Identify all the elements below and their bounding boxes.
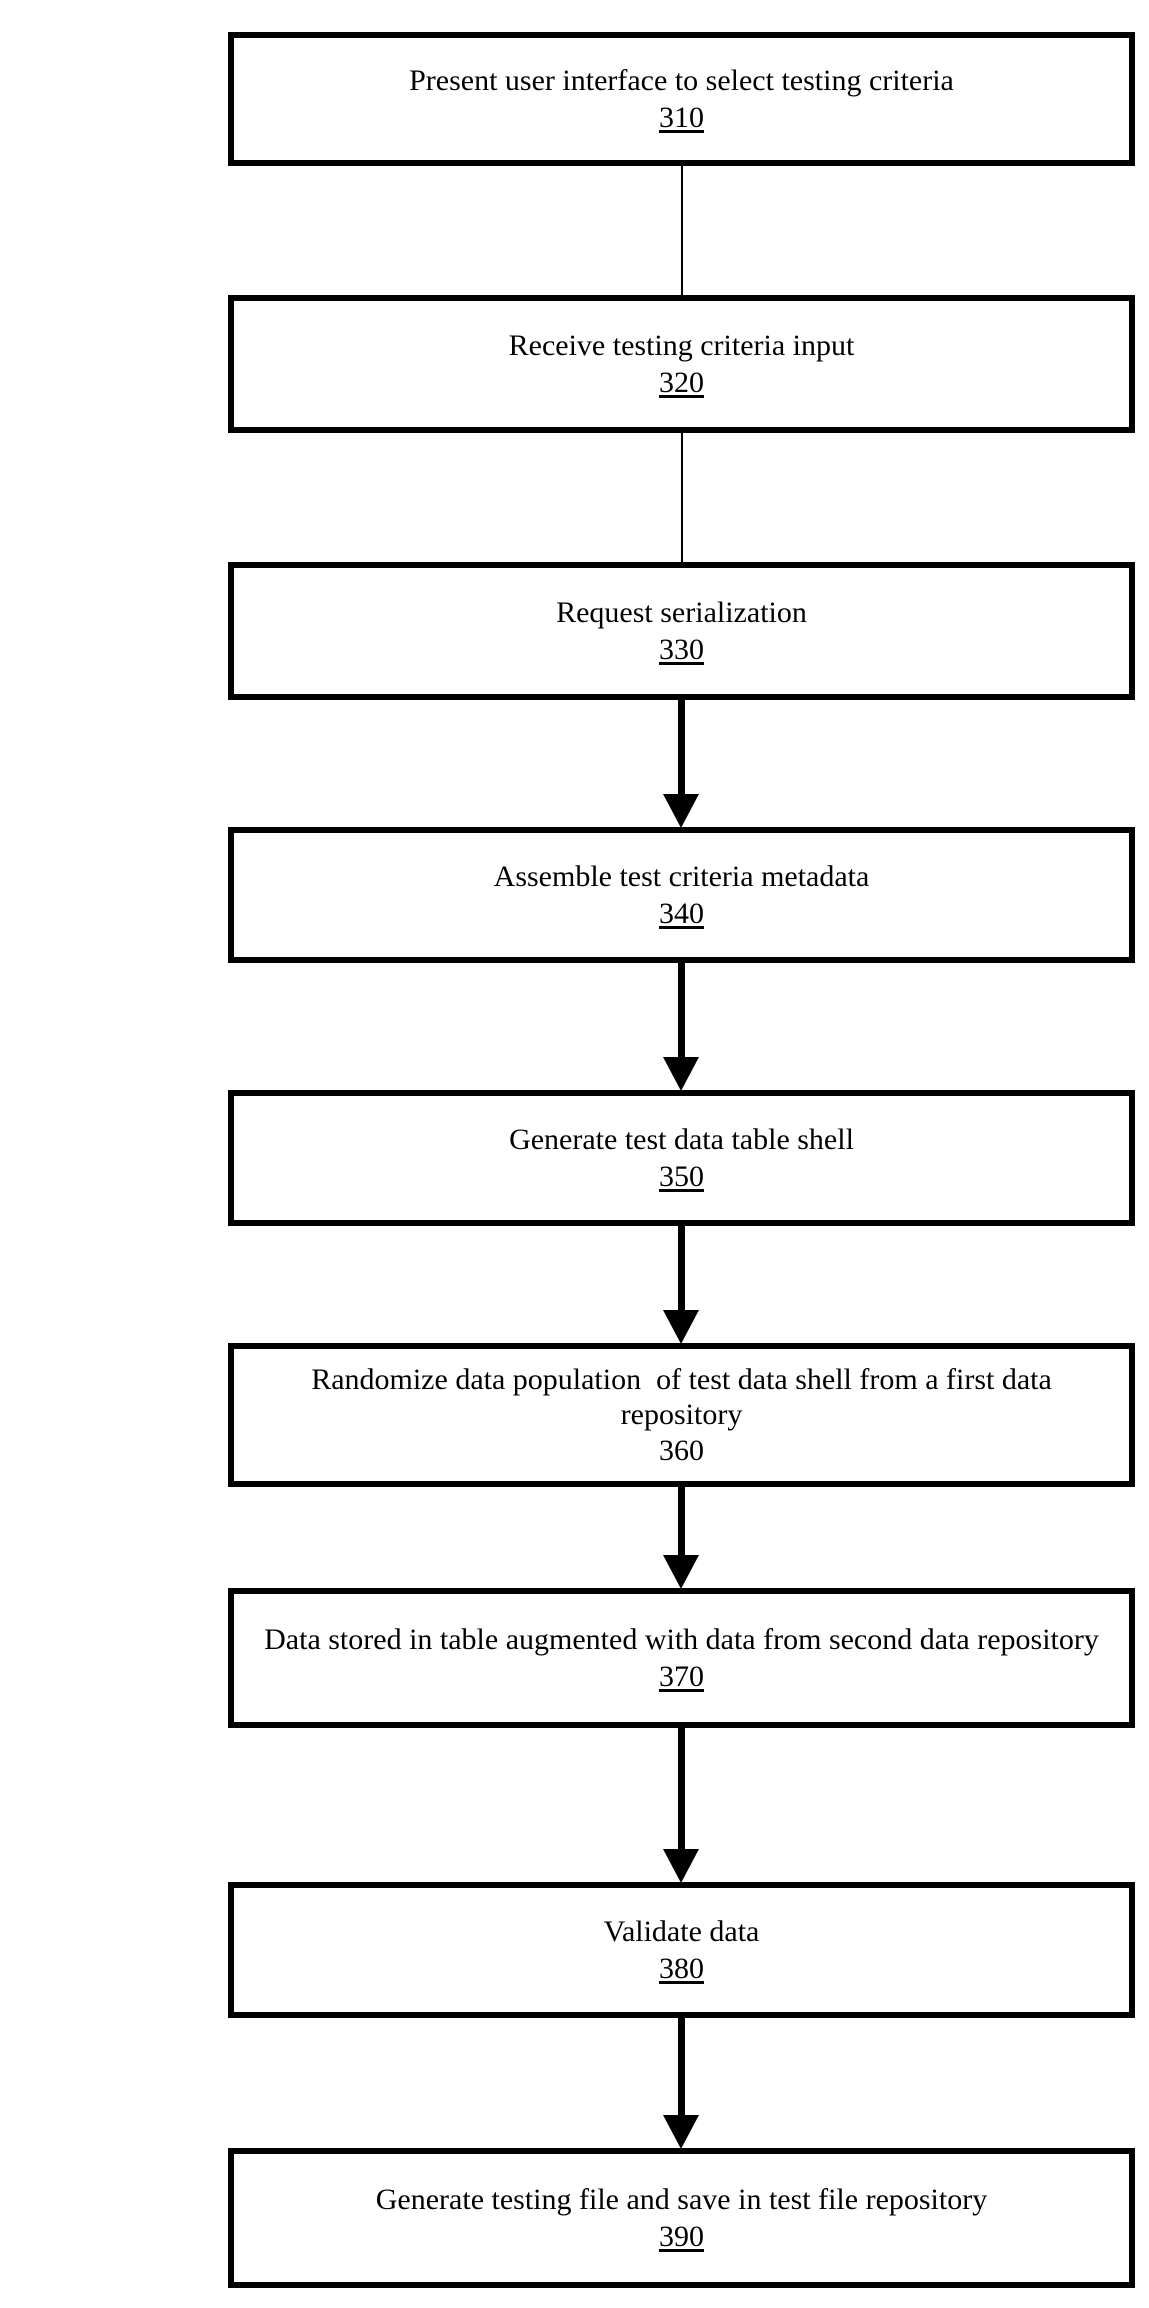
process-node-320-reference: 320	[659, 365, 704, 399]
process-node-370-reference: 370	[659, 1659, 704, 1693]
process-node-390-label: Generate testing file and save in test f…	[375, 2183, 988, 2217]
process-node-380-label: Validate data	[603, 1915, 760, 1949]
connector-330-to-340	[663, 700, 699, 828]
process-node-330-reference: 330	[659, 632, 704, 666]
process-node-320-label: Receive testing criteria input	[508, 329, 855, 363]
process-node-310[interactable]: Present user interface to select testing…	[228, 32, 1135, 166]
arrow-shaft	[677, 1487, 685, 1557]
process-node-340[interactable]: Assemble test criteria metadata 340	[228, 827, 1135, 963]
arrow-head-icon	[663, 1555, 699, 1589]
process-node-390-reference: 390	[659, 2219, 704, 2253]
connector-360-to-370	[663, 1487, 699, 1589]
process-node-370-label: Data stored in table augmented with data…	[264, 1623, 1099, 1657]
arrow-head-icon	[663, 2115, 699, 2149]
process-node-310-reference: 310	[659, 100, 704, 134]
connector-380-to-390	[663, 2018, 699, 2149]
process-node-350[interactable]: Generate test data table shell 350	[228, 1090, 1135, 1226]
arrow-shaft	[677, 2018, 685, 2116]
process-node-320[interactable]: Receive testing criteria input 320	[228, 295, 1135, 433]
connector-340-to-350	[663, 963, 699, 1091]
arrow-shaft	[677, 1728, 685, 1850]
process-node-330-label: Request serialization	[556, 596, 807, 630]
process-node-390[interactable]: Generate testing file and save in test f…	[228, 2148, 1135, 2288]
process-node-380-reference: 380	[659, 1951, 704, 1985]
process-node-340-label: Assemble test criteria metadata	[493, 860, 870, 894]
arrow-shaft	[677, 963, 685, 1058]
process-node-330[interactable]: Request serialization 330	[228, 562, 1135, 700]
process-node-310-label: Present user interface to select testing…	[409, 64, 954, 98]
process-node-370[interactable]: Data stored in table augmented with data…	[228, 1588, 1135, 1728]
arrow-head-icon	[663, 794, 699, 828]
process-node-360-reference: 360	[659, 1434, 704, 1468]
connector-350-to-360	[663, 1226, 699, 1344]
arrow-shaft	[677, 1226, 685, 1311]
arrow-head-icon	[663, 1849, 699, 1883]
arrow-shaft	[677, 700, 685, 795]
process-node-360-label: Randomize data population of test data s…	[311, 1362, 1060, 1431]
process-node-350-reference: 350	[659, 1159, 704, 1193]
connector-310-to-320	[681, 166, 683, 296]
process-node-340-reference: 340	[659, 896, 704, 930]
arrow-head-icon	[663, 1057, 699, 1091]
connector-320-to-330	[681, 433, 683, 563]
arrow-head-icon	[663, 1310, 699, 1344]
flowchart-canvas: Present user interface to select testing…	[0, 0, 1149, 2308]
connector-370-to-380	[663, 1728, 699, 1883]
process-node-350-label: Generate test data table shell	[509, 1123, 854, 1157]
process-node-380[interactable]: Validate data 380	[228, 1882, 1135, 2018]
process-node-360[interactable]: Randomize data population of test data s…	[228, 1343, 1135, 1487]
